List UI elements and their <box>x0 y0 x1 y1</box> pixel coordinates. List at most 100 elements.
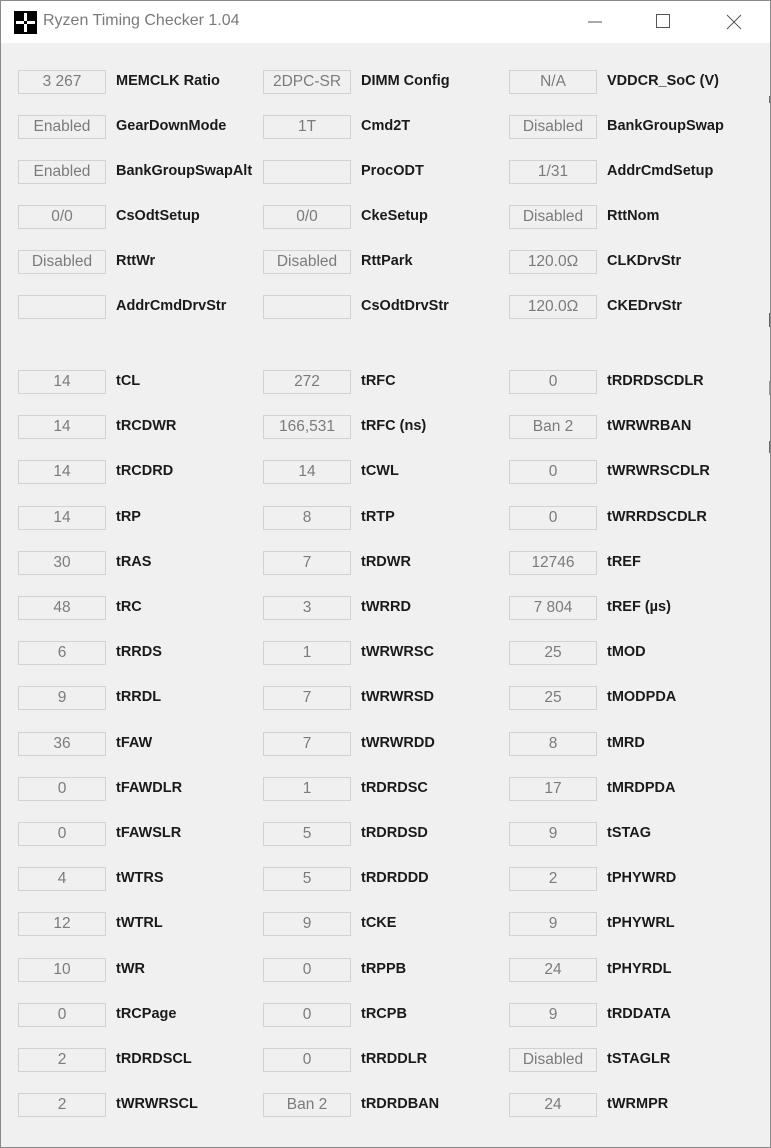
timing-value-field[interactable]: 0 <box>18 777 106 801</box>
config-value-field[interactable] <box>18 295 106 319</box>
timing-label: tFAWSLR <box>116 825 182 841</box>
timing-value-field[interactable]: 14 <box>18 506 106 530</box>
timing-label: tWRWRSCDLR <box>607 463 710 479</box>
timing-value-field[interactable]: 7 804 <box>509 596 597 620</box>
timing-label: tRCDRD <box>116 463 174 479</box>
config-value-field[interactable]: Disabled <box>18 250 106 274</box>
maximize-button[interactable] <box>639 1 685 43</box>
minimize-icon <box>588 21 602 23</box>
config-value-field[interactable]: 120.0Ω <box>509 295 597 319</box>
timing-label: tWRWRSD <box>361 689 435 705</box>
timing-label: tRRDL <box>116 689 162 705</box>
timing-value-field[interactable]: 0 <box>18 1003 106 1027</box>
timing-value-field[interactable]: 14 <box>263 460 351 484</box>
timing-value-field[interactable]: 36 <box>18 732 106 756</box>
timing-value-field[interactable]: 0 <box>263 1048 351 1072</box>
timing-value-field[interactable]: 9 <box>18 686 106 710</box>
timing-value-field[interactable]: 5 <box>263 867 351 891</box>
timing-value-field[interactable]: 7 <box>263 551 351 575</box>
config-value-field[interactable]: Enabled <box>18 115 106 139</box>
title-bar[interactable]: Ryzen Timing Checker 1.04 <box>1 1 770 43</box>
timing-value-field[interactable]: 30 <box>18 551 106 575</box>
timing-value-field[interactable]: 4 <box>18 867 106 891</box>
minimize-button[interactable] <box>572 1 618 43</box>
config-value-field[interactable]: Disabled <box>509 205 597 229</box>
timing-value-field[interactable]: 14 <box>18 415 106 439</box>
timing-value-field[interactable]: 272 <box>263 370 351 394</box>
timing-value-field[interactable]: 9 <box>509 912 597 936</box>
config-value-field[interactable]: N/A <box>509 70 597 94</box>
config-value-field[interactable]: 2DPC-SR <box>263 70 351 94</box>
timing-value-field[interactable]: 6 <box>18 641 106 665</box>
timing-value-field[interactable]: 0 <box>509 370 597 394</box>
timing-value-field[interactable]: 25 <box>509 641 597 665</box>
config-value-field[interactable]: 120.0Ω <box>509 250 597 274</box>
timing-value-field[interactable]: 9 <box>263 912 351 936</box>
timing-label: tRDRDBAN <box>361 1096 440 1112</box>
close-button[interactable] <box>711 1 757 43</box>
timing-label: tRCDWR <box>116 418 177 434</box>
timing-value-field[interactable]: 48 <box>18 596 106 620</box>
timing-value-field[interactable]: 7 <box>263 732 351 756</box>
timing-value-field[interactable]: 2 <box>509 867 597 891</box>
timing-label: tWRMPR <box>607 1096 669 1112</box>
timing-value-field[interactable]: 3 <box>263 596 351 620</box>
config-value-field[interactable]: Disabled <box>509 115 597 139</box>
timing-value-field[interactable]: 2 <box>18 1048 106 1072</box>
timing-value-field[interactable]: 0 <box>18 822 106 846</box>
timing-label: tRDRDSCL <box>116 1051 192 1067</box>
config-value-field[interactable]: 1T <box>263 115 351 139</box>
config-label: VDDCR_SoC (V) <box>607 73 719 89</box>
timing-label: tWRWRBAN <box>607 418 692 434</box>
timing-label: tCKE <box>361 915 397 931</box>
timing-value-field[interactable]: 17 <box>509 777 597 801</box>
timing-value-field[interactable]: 14 <box>18 370 106 394</box>
timing-label: tREF (µs) <box>607 599 671 615</box>
timing-value-field[interactable]: 166,531 <box>263 415 351 439</box>
timing-value-field[interactable]: 1 <box>263 777 351 801</box>
timing-value-field[interactable]: 24 <box>509 958 597 982</box>
config-label: GearDownMode <box>116 118 227 134</box>
timing-value-field[interactable]: 0 <box>509 460 597 484</box>
timing-label: tRAS <box>116 554 152 570</box>
timing-value-field[interactable]: 0 <box>263 1003 351 1027</box>
timing-value-field[interactable]: 25 <box>509 686 597 710</box>
timing-value-field[interactable]: 12 <box>18 912 106 936</box>
timing-label: tRCPB <box>361 1006 407 1022</box>
config-label: RttNom <box>607 208 660 224</box>
timing-value-field[interactable]: 24 <box>509 1093 597 1117</box>
timing-value-field[interactable]: 14 <box>18 460 106 484</box>
timing-value-field[interactable]: 8 <box>509 732 597 756</box>
config-value-field[interactable]: 0/0 <box>18 205 106 229</box>
timing-label: tRDRDSC <box>361 780 428 796</box>
timing-value-field[interactable]: 12746 <box>509 551 597 575</box>
timing-label: tCL <box>116 373 141 389</box>
timing-value-field[interactable]: 9 <box>509 1003 597 1027</box>
timing-label: tRDWR <box>361 554 411 570</box>
timing-value-field[interactable]: 10 <box>18 958 106 982</box>
timing-value-field[interactable]: 7 <box>263 686 351 710</box>
timing-value-field[interactable]: Disabled <box>509 1048 597 1072</box>
timing-label: tWRRD <box>361 599 411 615</box>
config-value-field[interactable]: Disabled <box>263 250 351 274</box>
config-value-field[interactable]: Enabled <box>18 160 106 184</box>
config-value-field[interactable]: 3 267 <box>18 70 106 94</box>
config-value-field[interactable] <box>263 295 351 319</box>
timing-label: tRTP <box>361 509 395 525</box>
config-value-field[interactable]: 0/0 <box>263 205 351 229</box>
timing-value-field[interactable]: Ban 2 <box>263 1093 351 1117</box>
timing-value-field[interactable]: Ban 2 <box>509 415 597 439</box>
timing-label: tRPPB <box>361 961 407 977</box>
timing-value-field[interactable]: 2 <box>18 1093 106 1117</box>
config-value-field[interactable] <box>263 160 351 184</box>
timing-value-field[interactable]: 9 <box>509 822 597 846</box>
config-value-field[interactable]: 1/31 <box>509 160 597 184</box>
timing-label: tWRWRDD <box>361 735 435 751</box>
timing-value-field[interactable]: 8 <box>263 506 351 530</box>
timing-value-field[interactable]: 1 <box>263 641 351 665</box>
timing-value-field[interactable]: 0 <box>509 506 597 530</box>
timing-value-field[interactable]: 5 <box>263 822 351 846</box>
config-label: CKEDrvStr <box>607 298 682 314</box>
timing-value-field[interactable]: 0 <box>263 958 351 982</box>
timing-label: tRDRDSD <box>361 825 428 841</box>
